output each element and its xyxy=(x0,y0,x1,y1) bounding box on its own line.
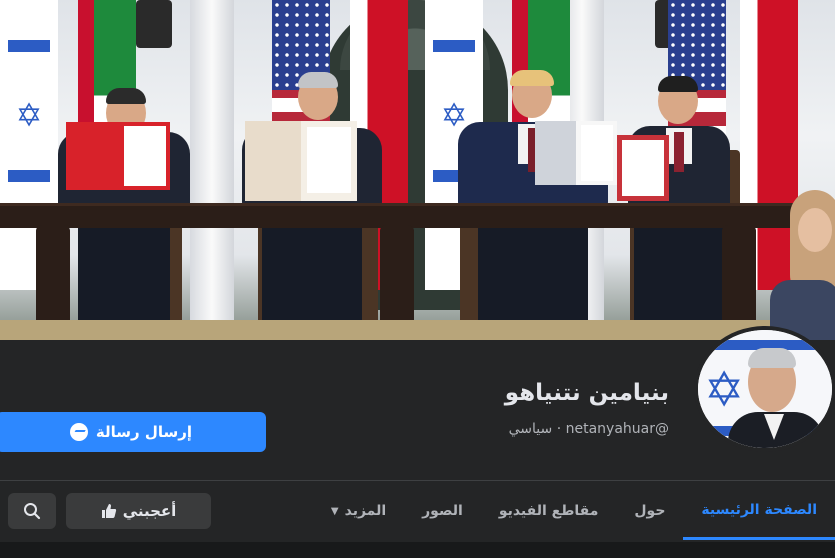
send-message-label: إرسال رسالة xyxy=(95,423,193,441)
search-button[interactable] xyxy=(8,493,56,529)
thumbs-up-icon xyxy=(101,504,116,518)
tab-label: المزيد xyxy=(344,503,387,519)
tab-more[interactable]: المزيد ▼ xyxy=(313,482,404,540)
send-message-button[interactable]: إرسال رسالة xyxy=(0,412,266,452)
tab-about[interactable]: حول xyxy=(616,482,683,540)
cover-lamp xyxy=(136,0,172,48)
signed-document xyxy=(66,122,170,190)
caret-down-icon: ▼ xyxy=(330,505,339,517)
cover-column xyxy=(190,0,234,330)
tab-videos[interactable]: مقاطع الفيديو xyxy=(481,482,617,540)
like-button[interactable]: أعجبني xyxy=(66,493,211,529)
search-icon xyxy=(24,503,41,520)
profile-tabs: الصفحة الرئيسية حول مقاطع الفيديو الصور … xyxy=(313,482,835,542)
signed-document xyxy=(617,135,669,201)
spectator xyxy=(770,190,835,340)
messenger-icon xyxy=(69,423,88,441)
divider xyxy=(0,480,835,481)
tab-label: حول xyxy=(634,503,666,519)
table-leg xyxy=(36,225,70,335)
tab-home[interactable]: الصفحة الرئيسية xyxy=(683,482,835,540)
tab-label: مقاطع الفيديو xyxy=(498,503,599,519)
table-leg xyxy=(722,225,756,335)
tab-label: الصور xyxy=(422,503,463,519)
table-leg xyxy=(380,225,414,335)
like-label: أعجبني xyxy=(122,502,177,520)
signed-document xyxy=(535,121,617,185)
tab-label: الصفحة الرئيسية xyxy=(701,501,817,518)
cover-photo[interactable]: ✡ ✡ xyxy=(0,0,835,340)
profile-avatar[interactable]: ✡ xyxy=(694,326,835,452)
tab-photos[interactable]: الصور xyxy=(404,482,481,540)
page-username-category: @netanyahuar · سياسي xyxy=(508,421,669,437)
signed-document xyxy=(245,121,357,201)
page-title: بنيامين نتنياهو xyxy=(504,380,669,406)
content-area-edge xyxy=(0,542,835,558)
